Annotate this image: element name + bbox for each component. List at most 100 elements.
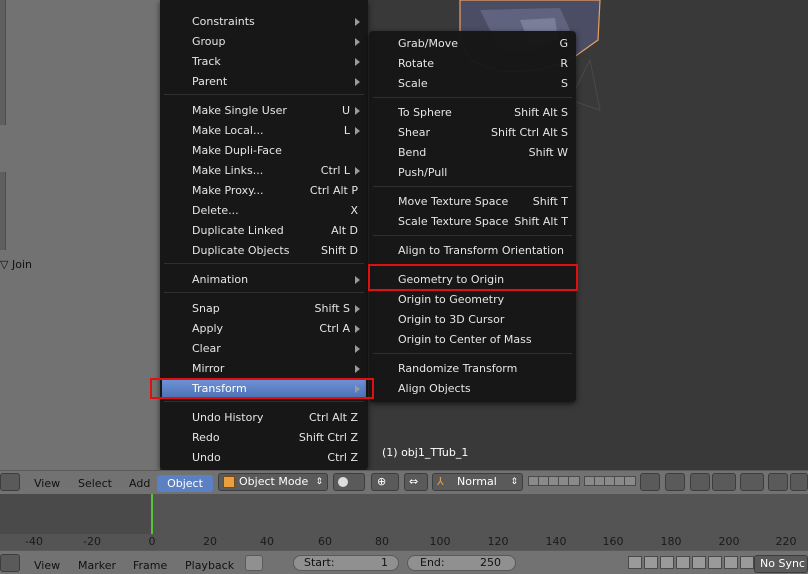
menu-item-delete[interactable]: Delete... X <box>162 201 366 221</box>
orientation-selector[interactable]: ⅄ Normal ⇕ <box>432 473 523 491</box>
end-frame-field[interactable]: End: 250 <box>407 555 516 571</box>
marker-menu[interactable]: Marker <box>78 557 116 574</box>
object-menu-button[interactable]: Object <box>157 475 213 492</box>
menu-item-align-objects[interactable]: Align Objects <box>371 379 574 399</box>
timeline-tick-label: 200 <box>718 535 740 548</box>
submenu-arrow-icon <box>355 58 360 66</box>
join-button[interactable]: ▽ Join <box>0 258 32 271</box>
timeline-tick-label: 0 <box>148 535 156 548</box>
timeline-tick-label: 160 <box>602 535 624 548</box>
object-menu: Constraints Group Track Parent Make Single U… <box>160 0 368 470</box>
editor-type-button[interactable] <box>0 473 20 491</box>
manipulator-toggle[interactable]: ⇔ <box>404 473 428 491</box>
snap-icon[interactable] <box>690 473 710 491</box>
viewport-object-info: (1) obj1_TTub_1 <box>382 446 469 459</box>
menu-item-scale[interactable]: Scale S <box>371 74 574 94</box>
playback-controls[interactable] <box>626 551 754 573</box>
pivot-selector[interactable]: ⊕ <box>371 473 399 491</box>
submenu-arrow-icon <box>355 107 360 115</box>
menu-item-scale-texture-space[interactable]: Scale Texture Space Shift Alt T <box>371 212 574 232</box>
menu-item-mirror[interactable]: Mirror <box>162 359 366 379</box>
menu-item-redo[interactable]: Redo Shift Ctrl Z <box>162 428 366 448</box>
menu-item-parent[interactable]: Parent <box>162 72 366 92</box>
menu-item-move-texture-space[interactable]: Move Texture Space Shift T <box>371 192 574 212</box>
menu-item-origin-to-center-of-mass[interactable]: Origin to Center of Mass <box>371 330 574 350</box>
shading-selector[interactable] <box>333 473 365 491</box>
submenu-arrow-icon <box>355 305 360 313</box>
updown-icon: ⇕ <box>510 477 518 487</box>
arrows-icon: ⇔ <box>409 475 419 488</box>
menu-item-origin-to-geometry[interactable]: Origin to Geometry <box>371 290 574 310</box>
menu-item-origin-to-3d-cursor[interactable]: Origin to 3D Cursor <box>371 310 574 330</box>
preview-range-toggle[interactable] <box>245 555 263 571</box>
menu-item-rotate[interactable]: Rotate R <box>371 54 574 74</box>
menu-item-make-links[interactable]: Make Links... Ctrl L <box>162 161 366 181</box>
menu-item-duplicate-linked[interactable]: Duplicate Linked Alt D <box>162 221 366 241</box>
submenu-arrow-icon <box>355 127 360 135</box>
timeline-header: View Marker Frame Playback Start: 1 End:… <box>0 550 808 573</box>
menu-item-group[interactable]: Group <box>162 32 366 52</box>
snap-element-icon[interactable] <box>712 473 736 491</box>
view-menu[interactable]: View <box>34 557 60 574</box>
menu-item-undo-history[interactable]: Undo History Ctrl Alt Z <box>162 408 366 428</box>
render-anim-icon[interactable] <box>790 473 808 491</box>
menu-item-geometry-to-origin[interactable]: Geometry to Origin <box>371 270 574 290</box>
submenu-arrow-icon <box>355 365 360 373</box>
layer-buttons[interactable] <box>528 473 636 491</box>
add-menu[interactable]: Add <box>129 475 150 492</box>
menu-separator <box>164 401 364 402</box>
menu-item-align-to-transform-orientation[interactable]: Align to Transform Orientation <box>371 241 574 261</box>
menu-separator <box>373 235 572 236</box>
menu-separator <box>373 186 572 187</box>
timeline-tick-label: 20 <box>203 535 217 548</box>
playback-menu[interactable]: Playback <box>185 557 234 574</box>
menu-item-clear[interactable]: Clear <box>162 339 366 359</box>
menu-item-transform[interactable]: Transform <box>162 379 366 399</box>
menu-item-grab-move[interactable]: Grab/Move G <box>371 34 574 54</box>
sync-selector[interactable]: No Sync <box>754 555 808 573</box>
timeline-tick-label: 220 <box>775 535 797 548</box>
frame-menu[interactable]: Frame <box>133 557 167 574</box>
menu-item-animation[interactable]: Animation <box>162 270 366 290</box>
menu-item-make-dupli-face[interactable]: Make Dupli-Face <box>162 141 366 161</box>
render-icon[interactable] <box>768 473 788 491</box>
start-frame-field[interactable]: Start: 1 <box>293 555 399 571</box>
pivot-icon: ⊕ <box>377 475 387 488</box>
timeline-tick-label: 120 <box>487 535 509 548</box>
submenu-arrow-icon <box>355 276 360 284</box>
menu-item-track[interactable]: Track <box>162 52 366 72</box>
menu-item-make-local[interactable]: Make Local... L <box>162 121 366 141</box>
submenu-arrow-icon <box>355 78 360 86</box>
menu-item-undo[interactable]: Undo Ctrl Z <box>162 448 366 468</box>
menu-separator <box>164 263 364 264</box>
menu-item-shear[interactable]: Shear Shift Ctrl Alt S <box>371 123 574 143</box>
view-menu[interactable]: View <box>34 475 60 492</box>
menu-item-apply[interactable]: Apply Ctrl A <box>162 319 366 339</box>
menu-item-make-single-user[interactable]: Make Single User U <box>162 101 366 121</box>
panel-block <box>0 172 6 250</box>
timeline-tick-label: 80 <box>375 535 389 548</box>
menu-item-make-proxy[interactable]: Make Proxy... Ctrl Alt P <box>162 181 366 201</box>
menu-item-randomize-transform[interactable]: Randomize Transform <box>371 359 574 379</box>
panel-block <box>0 0 6 125</box>
lock-icon[interactable] <box>640 473 660 491</box>
select-menu[interactable]: Select <box>78 475 112 492</box>
menu-item-snap[interactable]: Snap Shift S <box>162 299 366 319</box>
menu-item-duplicate-objects[interactable]: Duplicate Objects Shift D <box>162 241 366 261</box>
menu-separator <box>373 353 572 354</box>
timeline-tick-label: 60 <box>318 535 332 548</box>
timeline-area[interactable] <box>0 494 808 534</box>
menu-item-push-pull[interactable]: Push/Pull <box>371 163 574 183</box>
editor-type-button[interactable] <box>0 554 20 572</box>
submenu-arrow-icon <box>355 167 360 175</box>
menu-item-constraints[interactable]: Constraints <box>162 12 366 32</box>
snap-target-icon[interactable] <box>740 473 764 491</box>
axis-icon: ⅄ <box>437 475 444 488</box>
menu-separator <box>373 264 572 265</box>
timeline-ruler: -40 -20 0 20 40 60 80 100 120 140 160 180 200 220 <box>0 534 808 550</box>
mode-selector[interactable]: Object Mode ⇕ <box>218 473 328 491</box>
menu-separator <box>373 97 572 98</box>
menu-item-to-sphere[interactable]: To Sphere Shift Alt S <box>371 103 574 123</box>
menu-item-bend[interactable]: Bend Shift W <box>371 143 574 163</box>
proportional-icon[interactable] <box>665 473 685 491</box>
